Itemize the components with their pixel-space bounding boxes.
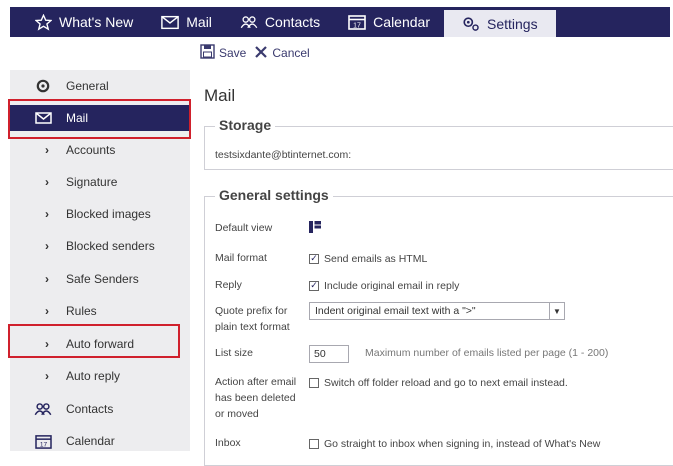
star-icon xyxy=(34,13,52,31)
tab-label: Contacts xyxy=(264,14,321,30)
contacts-icon xyxy=(240,13,258,31)
default-view-toggle[interactable] xyxy=(309,221,321,236)
sidebar-item-general[interactable]: General xyxy=(10,73,190,99)
tab-label: What's New xyxy=(59,14,134,30)
page-title: Mail xyxy=(204,86,236,105)
save-icon xyxy=(200,44,215,62)
sidebar-item-label: Auto forward xyxy=(66,337,135,351)
sidebar-item-blocked-senders[interactable]: › Blocked senders xyxy=(10,233,190,259)
checkbox-label: Send emails as HTML xyxy=(324,252,428,265)
include-original-option[interactable]: ✓ Include original email in reply xyxy=(309,277,459,294)
sidebar-item-label: General xyxy=(66,79,109,93)
action-after-label-line3: or moved xyxy=(215,408,259,420)
chevron-right-icon: › xyxy=(45,143,49,157)
list-size-label: List size xyxy=(215,347,253,359)
storage-panel: Storage testsixdante@btinternet.com: xyxy=(204,117,673,170)
inbox-option[interactable]: Go straight to inbox when signing in, in… xyxy=(309,435,600,452)
storage-heading: Storage xyxy=(215,117,276,133)
sidebar-item-signature[interactable]: › Signature xyxy=(10,169,190,195)
go-to-inbox-checkbox[interactable] xyxy=(309,438,319,449)
toolbar: Save Cancel xyxy=(200,43,310,63)
quote-prefix-label-line2: plain text format xyxy=(215,321,290,333)
chevron-right-icon: › xyxy=(45,272,49,286)
settings-icon xyxy=(462,15,480,33)
send-html-checkbox[interactable]: ✓ xyxy=(309,253,319,264)
tab-settings[interactable]: Settings xyxy=(444,10,556,37)
sidebar-item-auto-reply[interactable]: › Auto reply xyxy=(10,363,190,389)
sidebar-item-auto-forward[interactable]: › Auto forward xyxy=(10,331,190,357)
gear-icon xyxy=(34,77,52,95)
cancel-button[interactable]: Cancel xyxy=(254,45,310,62)
mail-format-html-option[interactable]: ✓ Send emails as HTML xyxy=(309,250,427,267)
chevron-right-icon: › xyxy=(45,207,49,221)
svg-text:17: 17 xyxy=(353,23,361,30)
sidebar-item-label: Signature xyxy=(66,175,118,189)
sidebar-item-label: Mail xyxy=(66,111,89,125)
quote-prefix-label: Quote prefix for xyxy=(215,305,288,317)
chevron-right-icon: › xyxy=(45,239,49,253)
reply-label: Reply xyxy=(215,279,242,291)
calendar-icon: 17 xyxy=(34,432,52,450)
svg-text:17: 17 xyxy=(39,441,47,448)
chevron-right-icon: › xyxy=(45,175,49,189)
action-after-label-line2: has been deleted xyxy=(215,392,296,404)
sidebar-item-label: Contacts xyxy=(66,402,114,416)
top-nav: What's New Mail Contacts 17 Calendar Set… xyxy=(10,7,670,37)
mail-format-label: Mail format xyxy=(215,252,267,264)
tab-mail[interactable]: Mail xyxy=(147,7,226,37)
close-icon xyxy=(254,45,268,62)
layout-icon xyxy=(309,221,321,236)
tab-label: Mail xyxy=(186,14,212,30)
tab-contacts[interactable]: Contacts xyxy=(226,7,334,37)
dropdown-arrow-icon: ▼ xyxy=(549,303,564,319)
list-size-hint: Maximum number of emails listed per page… xyxy=(365,347,609,359)
quote-prefix-select[interactable]: Indent original email text with a ">" ▼ xyxy=(309,302,565,320)
sidebar-item-label: Auto reply xyxy=(66,369,121,383)
action-after-label: Action after email xyxy=(215,376,297,388)
sidebar-item-blocked-images[interactable]: › Blocked images xyxy=(10,201,190,227)
general-settings-heading: General settings xyxy=(215,187,333,203)
main-content: Mail Storage testsixdante@btinternet.com… xyxy=(196,70,673,466)
checkbox-label: Include original email in reply xyxy=(324,279,460,292)
list-size-input[interactable]: 50 xyxy=(309,345,349,363)
calendar-icon: 17 xyxy=(348,13,366,31)
chevron-right-icon: › xyxy=(45,337,49,351)
contacts-icon xyxy=(34,400,52,418)
sidebar-item-rules[interactable]: › Rules xyxy=(10,298,190,324)
storage-account: testsixdante@btinternet.com: xyxy=(215,149,352,161)
sidebar-item-label: Safe Senders xyxy=(66,272,139,286)
tab-label: Settings xyxy=(487,15,538,32)
checkbox-label: Go straight to inbox when signing in, in… xyxy=(324,437,601,450)
select-value: Indent original email text with a ">" xyxy=(315,305,476,317)
tab-whats-new[interactable]: What's New xyxy=(10,7,147,37)
save-button[interactable]: Save xyxy=(200,44,246,62)
sidebar-item-label: Calendar xyxy=(66,434,115,448)
sidebar-item-mail[interactable]: Mail xyxy=(10,105,190,131)
default-view-label: Default view xyxy=(215,222,273,234)
action-after-option[interactable]: Switch off folder reload and go to next … xyxy=(309,374,568,391)
chevron-right-icon: › xyxy=(45,369,49,383)
cancel-label: Cancel xyxy=(272,46,310,60)
sidebar-item-label: Blocked senders xyxy=(66,239,155,253)
chevron-right-icon: › xyxy=(45,304,49,318)
sidebar-item-calendar[interactable]: 17 Calendar xyxy=(10,428,190,454)
inbox-label: Inbox xyxy=(215,437,241,449)
sidebar-item-label: Accounts xyxy=(66,143,116,157)
sidebar-item-accounts[interactable]: › Accounts xyxy=(10,137,190,163)
sidebar-item-safe-senders[interactable]: › Safe Senders xyxy=(10,266,190,292)
tab-label: Calendar xyxy=(373,14,430,30)
tab-calendar[interactable]: 17 Calendar xyxy=(334,7,444,37)
switch-off-reload-checkbox[interactable] xyxy=(309,377,319,388)
settings-sidebar: General Mail › Accounts › Signature › Bl… xyxy=(10,70,190,451)
sidebar-item-label: Blocked images xyxy=(66,207,151,221)
sidebar-item-label: Rules xyxy=(66,304,97,318)
sidebar-item-contacts[interactable]: Contacts xyxy=(10,396,190,422)
input-value: 50 xyxy=(314,348,326,360)
checkbox-label: Switch off folder reload and go to next … xyxy=(324,376,568,389)
general-settings-panel: General settings Default view Mail forma… xyxy=(204,187,673,466)
envelope-icon xyxy=(34,109,52,127)
include-original-checkbox[interactable]: ✓ xyxy=(309,280,319,291)
save-label: Save xyxy=(219,46,247,60)
envelope-icon xyxy=(161,13,180,31)
